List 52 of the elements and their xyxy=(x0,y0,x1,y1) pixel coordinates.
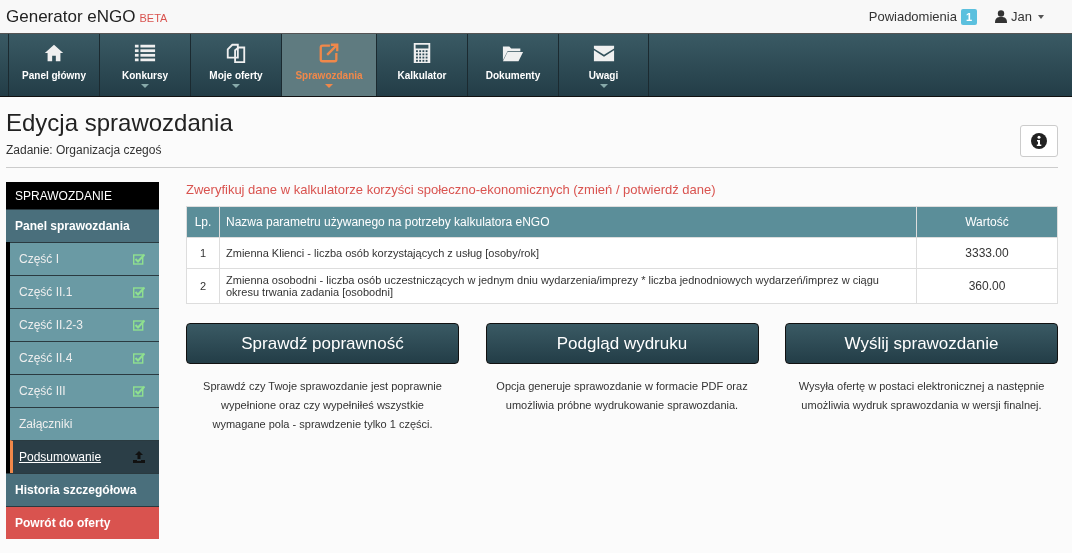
check-icon xyxy=(133,385,145,397)
caret-icon xyxy=(599,84,608,88)
table-cell: 3333.00 xyxy=(916,237,1058,269)
nav-tab[interactable]: Uwagi xyxy=(558,34,649,96)
action-description: Opcja generuje sprawozdanie w formacie PDF oraz umożliwia próbne wydrukowanie sprawozdania. xyxy=(495,379,749,413)
sidebar-item[interactable]: Panel sprawozdania xyxy=(6,209,159,242)
table-cell: 2 xyxy=(186,268,220,304)
caret-icon xyxy=(325,84,333,88)
nav-tab[interactable]: Konkursy xyxy=(99,34,190,96)
caret-icon xyxy=(232,84,240,88)
list-icon xyxy=(134,42,156,64)
check-icon xyxy=(133,253,145,265)
beta-label: BETA xyxy=(139,11,168,24)
sidebar-item[interactable]: Powrót do oferty xyxy=(6,506,159,539)
table-cell: 360.00 xyxy=(916,268,1058,304)
notifications-link[interactable]: Powiadomienia xyxy=(868,9,957,24)
check-icon xyxy=(133,352,145,364)
notification-count: 1 xyxy=(960,8,978,25)
action-description: Wysyła ofertę w postaci elektronicznej a następnie umożliwia wydruk sprawozdania w wersji finalnej. xyxy=(797,379,1046,413)
upload-icon xyxy=(133,451,145,463)
caret-icon xyxy=(141,84,149,88)
check-icon xyxy=(133,319,145,331)
table-cell: 1 xyxy=(186,237,220,269)
page-subtitle: Zadanie: Organizacja czegoś xyxy=(6,143,163,157)
column-header: Wartość xyxy=(916,206,1058,238)
user-menu[interactable]: Jan xyxy=(1011,9,1032,24)
action-button[interactable]: Sprawdź poprawność xyxy=(186,323,459,364)
info-button[interactable] xyxy=(1020,125,1058,157)
table-cell: Zmienna Klienci - liczba osób korzystających z usług [osoby/rok] xyxy=(219,237,917,269)
sidebar-item[interactable]: Historia szczegółowa xyxy=(6,473,159,506)
home-icon xyxy=(43,42,65,64)
check-icon xyxy=(133,286,145,298)
column-header: Nazwa parametru używanego na potrzeby kalkulatora eNGO xyxy=(219,206,917,238)
caret-icon xyxy=(1038,14,1044,19)
documents-icon xyxy=(225,42,247,64)
page-title: Edycja sprawozdania xyxy=(6,109,233,137)
calculator-icon xyxy=(411,42,433,64)
table-cell: Zmienna osobodni - liczba osób uczestniczących w jednym dniu wydarzenia/imprezy * liczba jednodniowych wydarzeń/imprez w ciągu okresu trwania zadania [osobodni] xyxy=(219,268,917,304)
action-description: Sprawdź czy Twoje sprawozdanie jest poprawnie wypełnione oraz czy wypełniłeś wszystkie wymagane pola - sprawdzenie tylko 1 części. xyxy=(202,379,443,432)
sidebar-subitem[interactable]: Podsumowanie xyxy=(10,440,159,473)
nav-tab[interactable]: Kalkulator xyxy=(376,34,467,96)
info-icon xyxy=(1031,133,1047,149)
nav-tab[interactable]: Panel główny xyxy=(8,34,99,96)
share-icon xyxy=(318,42,340,64)
column-header: Lp. xyxy=(186,206,220,238)
sidebar-heading: SPRAWOZDANIE xyxy=(6,182,159,209)
user-icon xyxy=(995,10,1008,23)
notice-text: Zweryfikuj dane w kalkulatorze korzyści społeczno-ekonomicznych (zmień / potwierdź dane) xyxy=(186,182,717,197)
nav-tab[interactable]: Dokumenty xyxy=(467,34,558,96)
action-button[interactable]: Podgląd wydruku xyxy=(485,323,759,364)
brand-name[interactable]: Generator eNGO xyxy=(6,6,136,27)
action-button[interactable]: Wyślij sprawozdanie xyxy=(785,323,1058,364)
